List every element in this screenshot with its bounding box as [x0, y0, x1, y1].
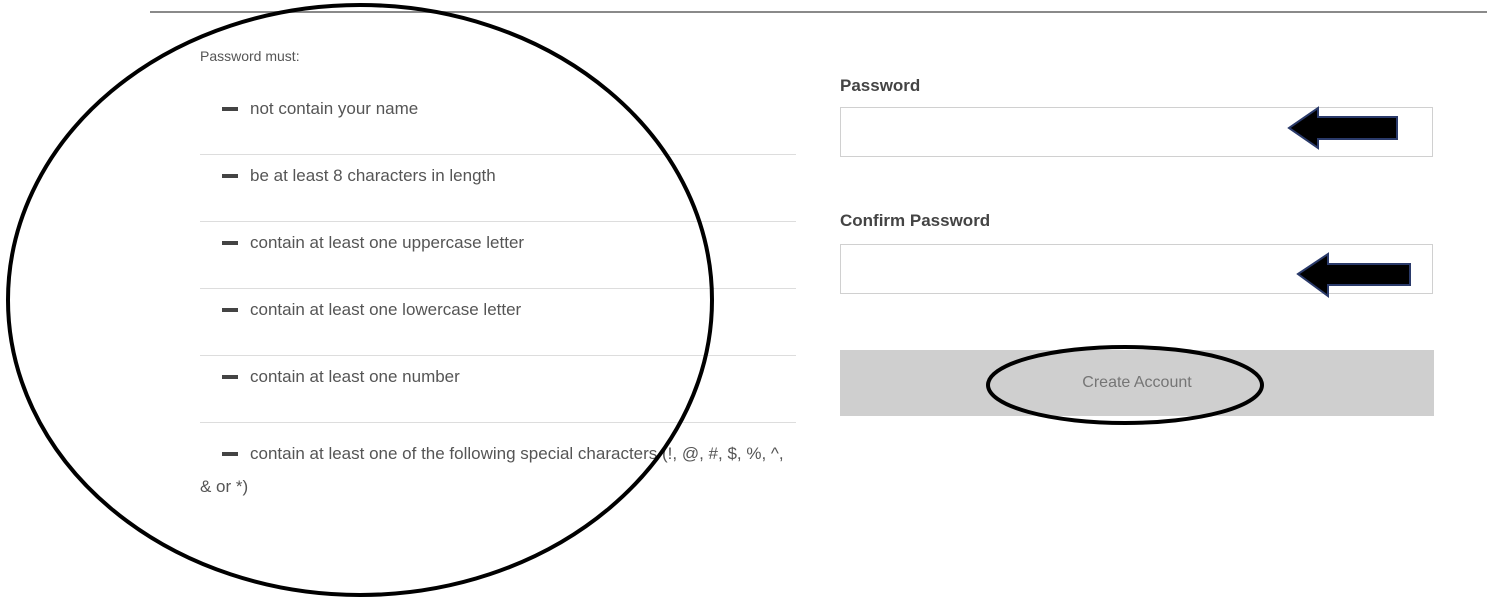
requirements-list: not contain your name be at least 8 char…: [200, 88, 796, 496]
dash-icon: [222, 374, 238, 379]
password-label: Password: [840, 76, 921, 95]
dash-icon: [222, 451, 238, 456]
requirement-text: not contain your name: [250, 99, 419, 118]
requirement-text: contain at least one number: [250, 367, 460, 386]
requirement-text: contain at least one lowercase letter: [250, 300, 522, 319]
requirement-item: contain at least one of the following sp…: [200, 423, 796, 496]
requirement-text: contain at least one of the following sp…: [200, 444, 784, 496]
requirement-item: contain at least one number: [200, 356, 796, 423]
create-account-button[interactable]: Create Account: [840, 350, 1434, 416]
dash-icon: [222, 106, 238, 111]
dash-icon: [222, 173, 238, 178]
dash-icon: [222, 307, 238, 312]
top-divider: [150, 11, 1487, 13]
confirm-password-label: Confirm Password: [840, 211, 991, 230]
password-field[interactable]: [840, 107, 1433, 157]
confirm-password-field[interactable]: [840, 244, 1433, 294]
requirement-item: contain at least one uppercase letter: [200, 222, 796, 289]
requirement-text: be at least 8 characters in length: [250, 166, 496, 185]
dash-icon: [222, 240, 238, 245]
requirement-item: contain at least one lowercase letter: [200, 289, 796, 356]
requirement-text: contain at least one uppercase letter: [250, 233, 525, 252]
requirement-item: be at least 8 characters in length: [200, 155, 796, 222]
requirement-item: not contain your name: [200, 88, 796, 155]
requirements-title: Password must:: [200, 48, 300, 64]
